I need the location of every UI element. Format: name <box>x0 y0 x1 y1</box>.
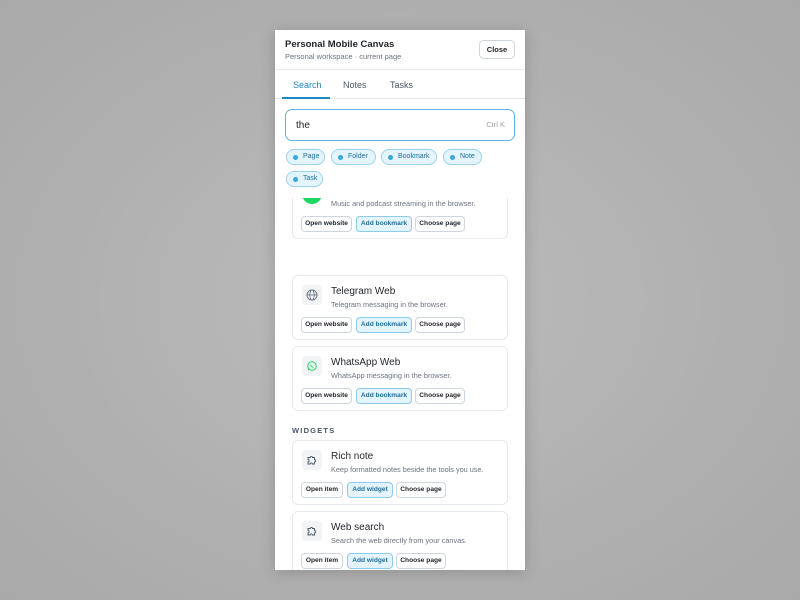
add-bookmark-button[interactable]: Add bookmark <box>356 317 412 333</box>
tab-search[interactable]: Search <box>293 80 322 90</box>
widget-card-rich-note: Rich note Keep formatted notes beside th… <box>292 440 508 505</box>
open-website-button[interactable]: Open website <box>301 216 352 232</box>
filter-chip-folder[interactable]: Folder <box>331 149 376 165</box>
panel-title: Personal Mobile Canvas <box>285 39 395 50</box>
widget-card-web-search: Web search Search the web directly from … <box>292 511 508 570</box>
open-item-button[interactable]: Open item <box>301 482 343 498</box>
add-bookmark-button[interactable]: Add bookmark <box>356 388 412 404</box>
card-title: Web search <box>331 522 385 533</box>
choose-page-button[interactable]: Choose page <box>415 388 465 404</box>
choose-page-button[interactable]: Choose page <box>415 317 465 333</box>
card-description: Music and podcast streaming in the brows… <box>331 199 476 208</box>
tab-bar: Search Notes Tasks <box>275 70 525 99</box>
choose-page-button[interactable]: Choose page <box>396 553 446 569</box>
add-bookmark-button[interactable]: Add bookmark <box>356 216 412 232</box>
puzzle-icon <box>302 450 322 470</box>
result-card-telegram: Telegram Web Telegram messaging in the b… <box>292 275 508 340</box>
globe-icon <box>302 285 322 305</box>
open-website-button[interactable]: Open website <box>301 388 352 404</box>
panel-subtitle: Personal workspace · current page <box>285 52 402 61</box>
search-input-value: the <box>296 120 310 131</box>
choose-page-button[interactable]: Choose page <box>415 216 465 232</box>
whatsapp-icon <box>302 356 322 376</box>
close-button[interactable]: Close <box>479 40 515 59</box>
filter-chip-task[interactable]: Task <box>286 171 323 187</box>
results-list[interactable]: Music and podcast streaming in the brows… <box>275 198 525 570</box>
keyboard-shortcut-hint: Ctrl K <box>486 120 505 129</box>
result-card-whatsapp: WhatsApp Web WhatsApp messaging in the b… <box>292 346 508 411</box>
panel-header: Personal Mobile Canvas Personal workspac… <box>275 30 525 70</box>
card-description: Keep formatted notes beside the tools yo… <box>331 465 484 474</box>
choose-page-button[interactable]: Choose page <box>396 482 446 498</box>
card-description: Search the web directly from your canvas… <box>331 536 467 545</box>
active-tab-indicator <box>282 97 330 99</box>
card-title: WhatsApp Web <box>331 357 401 368</box>
card-description: Telegram messaging in the browser. <box>331 300 448 309</box>
tab-notes[interactable]: Notes <box>343 80 367 90</box>
open-item-button[interactable]: Open item <box>301 553 343 569</box>
filter-chip-bookmark[interactable]: Bookmark <box>381 149 437 165</box>
add-widget-button[interactable]: Add widget <box>347 482 393 498</box>
puzzle-icon <box>302 521 322 541</box>
widgets-section-heading: WIDGETS <box>292 426 336 435</box>
card-description: WhatsApp messaging in the browser. <box>331 371 452 380</box>
tab-tasks[interactable]: Tasks <box>390 80 413 90</box>
search-input[interactable]: the Ctrl K <box>285 109 515 141</box>
card-title: Rich note <box>331 451 374 462</box>
filter-chip-note[interactable]: Note <box>443 149 482 165</box>
filter-chip-page[interactable]: Page <box>286 149 325 165</box>
spotify-icon <box>302 198 322 204</box>
add-widget-button[interactable]: Add widget <box>347 553 393 569</box>
card-title: Telegram Web <box>331 286 396 297</box>
search-panel: Personal Mobile Canvas Personal workspac… <box>275 30 525 570</box>
result-card-spotify: Music and podcast streaming in the brows… <box>292 198 508 239</box>
open-website-button[interactable]: Open website <box>301 317 352 333</box>
